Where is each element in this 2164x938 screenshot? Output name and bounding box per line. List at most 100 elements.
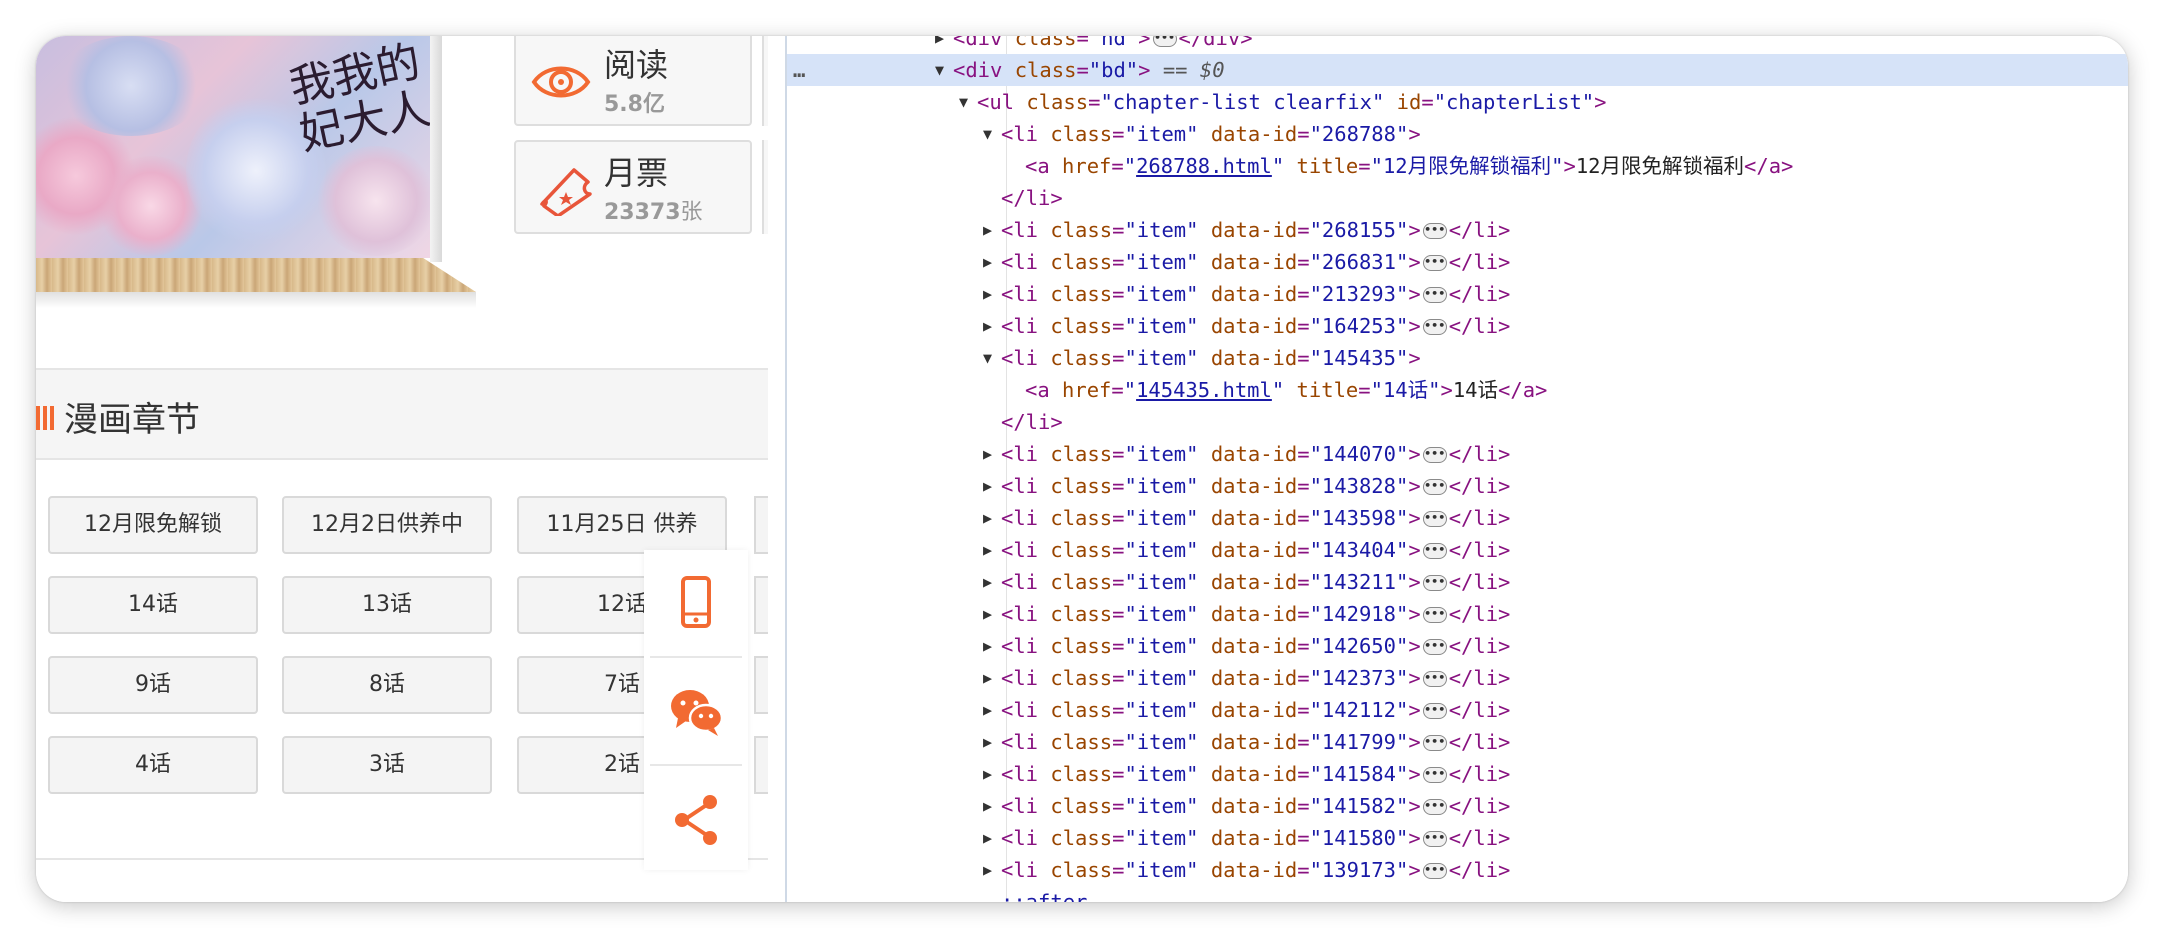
collapsed-content-ellipsis-icon[interactable]: ••• <box>1422 287 1447 303</box>
collapsed-content-ellipsis-icon[interactable]: ••• <box>1422 223 1447 239</box>
dom-tree-row[interactable]: ▶ <li class="item" data-id="268155"> ••• </… <box>787 214 2128 246</box>
collapsed-content-ellipsis-icon[interactable]: ••• <box>1422 639 1447 655</box>
dom-tree-row[interactable]: <a href="268788.html" title="12月限免解锁福利">… <box>787 150 2128 182</box>
expand-triangle-closed-icon[interactable]: ▶ <box>983 822 992 854</box>
collapsed-content-ellipsis-icon[interactable]: ••• <box>1422 479 1447 495</box>
dom-tree-row[interactable]: </li> <box>787 182 2128 214</box>
dom-tree-row[interactable]: </li> <box>787 406 2128 438</box>
chapter-button[interactable]: 4话 <box>48 736 258 794</box>
dom-tree-row[interactable]: ▼ <ul class="chapter-list clearfix" id="c… <box>787 86 2128 118</box>
expand-triangle-closed-icon[interactable]: ▶ <box>983 246 992 278</box>
dom-tree-row[interactable]: ▶ <li class="item" data-id="139173"> ••• </… <box>787 854 2128 886</box>
dom-tree-row[interactable]: ▶ <li class="item" data-id="266831"> ••• </… <box>787 246 2128 278</box>
wechat-share-button[interactable] <box>644 658 748 764</box>
dom-tree-row[interactable]: ▶ <li class="item" data-id="142650"> ••• </… <box>787 630 2128 662</box>
expand-triangle-closed-icon[interactable]: ▶ <box>983 214 992 246</box>
expand-triangle-closed-icon[interactable]: ▶ <box>983 854 992 886</box>
chapter-button[interactable]: 12月2日供养中 <box>282 496 492 554</box>
expand-triangle-open-icon[interactable]: ▼ <box>983 342 992 374</box>
chapter-button-edge[interactable] <box>754 496 768 554</box>
collapsed-content-ellipsis-icon[interactable]: ••• <box>1422 543 1447 559</box>
dom-tree-row[interactable]: ▶ <li class="item" data-id="142373"> ••• </… <box>787 662 2128 694</box>
collapsed-content-ellipsis-icon[interactable]: ••• <box>1152 36 1177 47</box>
expand-triangle-closed-icon[interactable]: ▶ <box>983 726 992 758</box>
expand-triangle-open-icon[interactable]: ▼ <box>959 86 968 118</box>
dom-tree-row[interactable]: ▶ <li class="item" data-id="143828"> ••• </… <box>787 470 2128 502</box>
expand-triangle-closed-icon[interactable]: ▶ <box>983 438 992 470</box>
collapsed-content-ellipsis-icon[interactable]: ••• <box>1422 767 1447 783</box>
dom-tree-row[interactable]: ▼ <li class="item" data-id="145435"> <box>787 342 2128 374</box>
collapsed-content-ellipsis-icon[interactable]: ••• <box>1422 447 1447 463</box>
chapter-button[interactable]: 11月25日 供养 <box>517 496 727 554</box>
devtools-elements-panel[interactable]: ▶ <div class="hd"> ••• </div>… ▼ <div class="… <box>785 36 2128 902</box>
expand-triangle-closed-icon[interactable]: ▶ <box>983 470 992 502</box>
expand-triangle-closed-icon[interactable]: ▶ <box>983 662 992 694</box>
expand-triangle-open-icon[interactable]: ▼ <box>935 54 944 86</box>
collapsed-content-ellipsis-icon[interactable]: ••• <box>1422 831 1447 847</box>
dom-tree-row[interactable]: ▶ <li class="item" data-id="213293"> ••• </… <box>787 278 2128 310</box>
collapsed-content-ellipsis-icon[interactable]: ••• <box>1422 255 1447 271</box>
dom-tree-row[interactable]: ▼ <li class="item" data-id="268788"> <box>787 118 2128 150</box>
chapter-button[interactable]: 14话 <box>48 576 258 634</box>
code-token-link[interactable]: 145435.html <box>1136 378 1272 402</box>
collapsed-content-ellipsis-icon[interactable]: ••• <box>1422 863 1447 879</box>
collapsed-content-ellipsis-icon[interactable]: ••• <box>1422 703 1447 719</box>
dom-tree-row[interactable]: ▶ <li class="item" data-id="143404"> ••• </… <box>787 534 2128 566</box>
dom-tree-row[interactable]: <a href="145435.html" title="14话">14话</a… <box>787 374 2128 406</box>
expand-triangle-closed-icon[interactable]: ▶ <box>983 310 992 342</box>
share-button[interactable] <box>644 766 748 872</box>
dom-tree-row[interactable]: ▶ <li class="item" data-id="143598"> ••• </… <box>787 502 2128 534</box>
expand-triangle-closed-icon[interactable]: ▶ <box>983 278 992 310</box>
stat-tickets-label: 月票 <box>604 154 669 192</box>
expand-triangle-closed-icon[interactable]: ▶ <box>983 598 992 630</box>
expand-triangle-closed-icon[interactable]: ▶ <box>983 790 992 822</box>
expand-triangle-closed-icon[interactable]: ▶ <box>983 502 992 534</box>
dom-tree-row[interactable]: ::after <box>787 886 2128 902</box>
collapsed-content-ellipsis-icon[interactable]: ••• <box>1422 607 1447 623</box>
dom-tree-row[interactable]: ▶ <li class="item" data-id="142112"> ••• </… <box>787 694 2128 726</box>
collapsed-content-ellipsis-icon[interactable]: ••• <box>1422 671 1447 687</box>
code-token-attr: data-id <box>1210 442 1298 466</box>
code-token-tag: <li <box>1001 794 1051 818</box>
collapsed-content-ellipsis-icon[interactable]: ••• <box>1422 511 1447 527</box>
expand-triangle-open-icon[interactable]: ▼ <box>983 118 992 150</box>
chapter-button[interactable]: 3话 <box>282 736 492 794</box>
dom-tree-row[interactable]: ▶ <li class="item" data-id="141799"> ••• </… <box>787 726 2128 758</box>
dom-tree-row[interactable]: ▶ <li class="item" data-id="144070"> ••• </… <box>787 438 2128 470</box>
comic-cover-image[interactable]: 我我的妃大人 <box>36 36 434 258</box>
expand-triangle-closed-icon[interactable]: ▶ <box>983 694 992 726</box>
chapter-button[interactable]: 12月限免解锁 <box>48 496 258 554</box>
code-token-tag: <li <box>1001 474 1051 498</box>
stat-monthly-tickets[interactable]: 月票 23373张 <box>514 140 752 234</box>
dom-tree-row[interactable]: ▶ <li class="item" data-id="141582"> ••• </… <box>787 790 2128 822</box>
collapsed-content-ellipsis-icon[interactable]: ••• <box>1422 319 1447 335</box>
expand-triangle-closed-icon[interactable]: ▶ <box>935 36 944 54</box>
collapsed-content-ellipsis-icon[interactable]: ••• <box>1422 575 1447 591</box>
code-token-tag: = <box>1112 506 1125 530</box>
code-token-attr: class <box>1050 218 1113 242</box>
dom-tree-row[interactable]: ▶ <li class="item" data-id="141580"> ••• </… <box>787 822 2128 854</box>
row-actions-icon[interactable]: … <box>793 54 806 86</box>
expand-triangle-closed-icon[interactable]: ▶ <box>983 758 992 790</box>
chapter-button[interactable]: 8话 <box>282 656 492 714</box>
code-token-tag: = <box>1112 122 1125 146</box>
chapter-button[interactable]: 9话 <box>48 656 258 714</box>
dom-tree-row[interactable]: ▶ <div class="hd"> ••• </div> <box>787 36 2128 54</box>
expand-triangle-closed-icon[interactable]: ▶ <box>983 630 992 662</box>
code-token-link[interactable]: 268788.html <box>1136 154 1272 178</box>
dom-tree-row[interactable]: ▶ <li class="item" data-id="141584"> ••• </… <box>787 758 2128 790</box>
dom-tree-row[interactable]: … ▼ <div class="bd"> == $0 <box>787 54 2128 86</box>
chapter-button-edge[interactable] <box>754 656 768 714</box>
chapter-button[interactable]: 13话 <box>282 576 492 634</box>
chapter-button-edge[interactable] <box>754 576 768 634</box>
expand-triangle-closed-icon[interactable]: ▶ <box>983 534 992 566</box>
chapter-button-edge[interactable] <box>754 736 768 794</box>
code-token-tag: <ul <box>977 90 1027 114</box>
dom-tree-row[interactable]: ▶ <li class="item" data-id="143211"> ••• </… <box>787 566 2128 598</box>
collapsed-content-ellipsis-icon[interactable]: ••• <box>1422 799 1447 815</box>
mobile-reading-button[interactable] <box>644 550 748 656</box>
dom-tree-row[interactable]: ▶ <li class="item" data-id="164253"> ••• </… <box>787 310 2128 342</box>
dom-tree-row[interactable]: ▶ <li class="item" data-id="142918"> ••• </… <box>787 598 2128 630</box>
expand-triangle-closed-icon[interactable]: ▶ <box>983 566 992 598</box>
collapsed-content-ellipsis-icon[interactable]: ••• <box>1422 735 1447 751</box>
